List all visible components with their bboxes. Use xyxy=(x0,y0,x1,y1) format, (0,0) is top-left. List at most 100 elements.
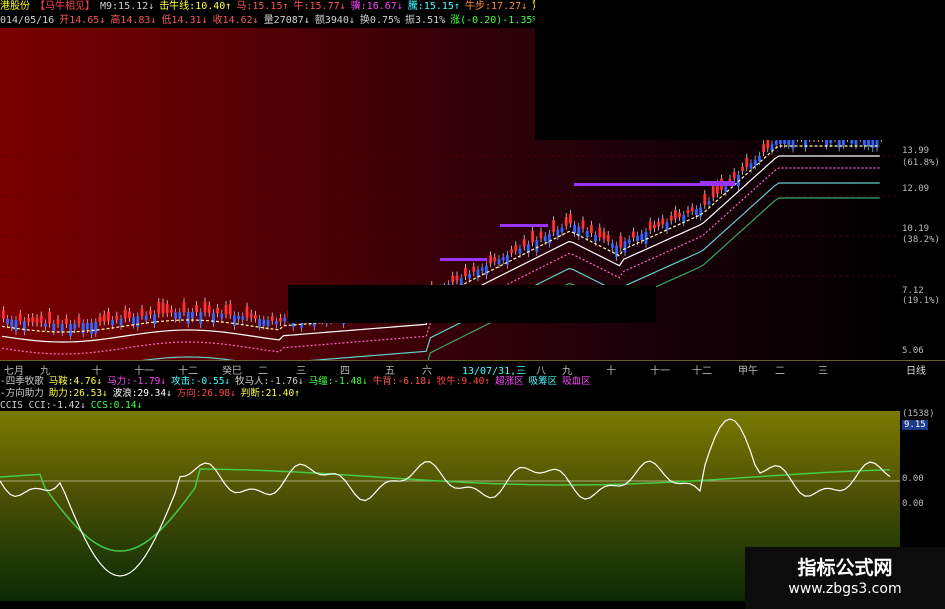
resistance-level-bar xyxy=(700,181,735,184)
candle-body xyxy=(186,312,190,324)
candle-body xyxy=(39,315,43,324)
candle-body xyxy=(165,304,169,313)
osc-axis-zero-2: 0.00 xyxy=(902,499,924,509)
header-field-1: 【马牛相见】 xyxy=(35,1,95,12)
candle-body xyxy=(237,315,240,320)
candle-body xyxy=(464,267,467,276)
indicator-row-direction: -方向助力 助力:26.53↓ 波浪:29.34↓ 方向:26.98↓ 判断:21.40… xyxy=(0,387,945,399)
candle-body xyxy=(128,311,131,318)
candle-body xyxy=(245,306,249,318)
moving-average-line xyxy=(142,182,880,360)
candle-body xyxy=(275,321,278,325)
indicator-direction-3: 方向:26.98↓ xyxy=(176,388,236,399)
resistance-level-bar xyxy=(440,258,487,261)
candle-body xyxy=(640,233,644,240)
price-axis-label: (19.1%) xyxy=(902,296,940,306)
candle-body xyxy=(573,224,576,233)
candle-body xyxy=(711,185,715,198)
candle-body xyxy=(191,312,194,319)
candle-body xyxy=(123,309,127,319)
price-axis-label: 7.12 xyxy=(902,286,924,296)
indicator-direction-0: -方向助力 xyxy=(0,388,44,399)
indicator-direction-2: 波浪:29.34↓ xyxy=(112,388,172,399)
ohlc-field-9: 涨(-0.20)-1.35% xyxy=(450,15,539,26)
candle-body xyxy=(489,255,492,264)
indicator-season-5: 马缰:-1.48↓ xyxy=(308,376,368,387)
indicator-season-3: 攻击:-0.55↓ xyxy=(171,376,231,387)
candle-body xyxy=(35,318,39,323)
candle-body xyxy=(161,302,165,314)
candle-body xyxy=(10,319,14,328)
price-axis-label: 13.99 xyxy=(902,146,930,156)
candle-body xyxy=(585,230,589,237)
candle-body xyxy=(31,317,35,323)
candle-body xyxy=(762,144,765,153)
indicator-season-10: 吸血区 xyxy=(562,376,591,387)
candle-body xyxy=(774,140,778,145)
candle-body xyxy=(695,209,698,215)
candle-body xyxy=(501,257,505,261)
indicator-direction-1: 助力:26.53↓ xyxy=(48,388,108,399)
candle-body xyxy=(203,301,207,313)
candle-body xyxy=(451,275,455,283)
candle-body xyxy=(178,312,182,319)
indicator-season-7: 牧牛:9.40↑ xyxy=(436,376,491,387)
candle-body xyxy=(149,310,152,315)
candle-body xyxy=(514,245,518,251)
ohlc-field-6: 额3940↓ xyxy=(314,15,355,26)
candle-body xyxy=(174,312,177,319)
indicator-season-2: 马力:-1.79↓ xyxy=(107,376,167,387)
candle-body xyxy=(119,318,123,326)
indicator-direction-4: 判断:21.40↑ xyxy=(240,388,300,399)
candle-body xyxy=(228,303,232,315)
osc-axis-top: (1538) xyxy=(902,409,935,419)
candle-body xyxy=(241,316,245,320)
header-field-2: M9:15.12↓ xyxy=(100,1,155,12)
candle-body xyxy=(745,157,749,168)
candle-body xyxy=(611,243,614,248)
candle-body xyxy=(207,305,211,313)
candle-body xyxy=(623,241,627,253)
indicator-cci-1: CCS:0.14↓ xyxy=(90,400,143,411)
date-axis: 七月九十十一 十二 癸巳二三四五六 13/07/31,三八九十十一 十二 甲午二三日线 xyxy=(0,360,945,377)
header-field-5: 牛:15.77↓ xyxy=(293,1,346,12)
candle-body xyxy=(560,227,564,233)
indicator-season-6: 牛背:-6.18↓ xyxy=(372,376,432,387)
candle-body xyxy=(56,319,60,324)
candle-body xyxy=(497,259,501,265)
candle-body xyxy=(703,194,707,205)
ohlc-field-7: 换0.75% xyxy=(359,15,401,26)
header-field-0: 港股份 xyxy=(0,1,30,12)
candle-body xyxy=(48,311,51,324)
candle-body xyxy=(111,320,114,326)
ohlc-field-0: 014/05/16 xyxy=(0,15,55,26)
candle-body xyxy=(170,309,173,313)
redacted-area-middle xyxy=(288,285,656,323)
candle-body xyxy=(674,209,677,219)
candle-body xyxy=(548,234,551,244)
candle-body xyxy=(707,201,711,205)
candle-body xyxy=(182,302,186,313)
header-field-7: 騰:15.15↑ xyxy=(407,1,460,12)
candle-body xyxy=(619,236,623,248)
candle-body xyxy=(556,229,560,236)
candle-body xyxy=(758,155,761,162)
candle-body xyxy=(90,322,93,334)
candle-body xyxy=(144,315,148,321)
ohlc-field-8: 振3.51% xyxy=(405,15,446,26)
candle-body xyxy=(279,318,282,322)
price-axis-label: 5.06 xyxy=(902,346,924,356)
candle-body xyxy=(136,316,140,327)
candle-body xyxy=(132,317,135,325)
candle-body xyxy=(258,319,261,327)
candle-body xyxy=(648,221,652,231)
candle-body xyxy=(682,214,686,223)
header-field-3: 击牛线:10.40↑ xyxy=(159,1,232,12)
candle-body xyxy=(480,267,484,271)
osc-axis-value: 9.15 xyxy=(902,420,928,430)
candle-body xyxy=(543,236,547,241)
candle-body xyxy=(27,318,30,322)
candle-body xyxy=(6,318,9,325)
candle-body xyxy=(665,222,669,231)
candle-body xyxy=(220,313,224,319)
